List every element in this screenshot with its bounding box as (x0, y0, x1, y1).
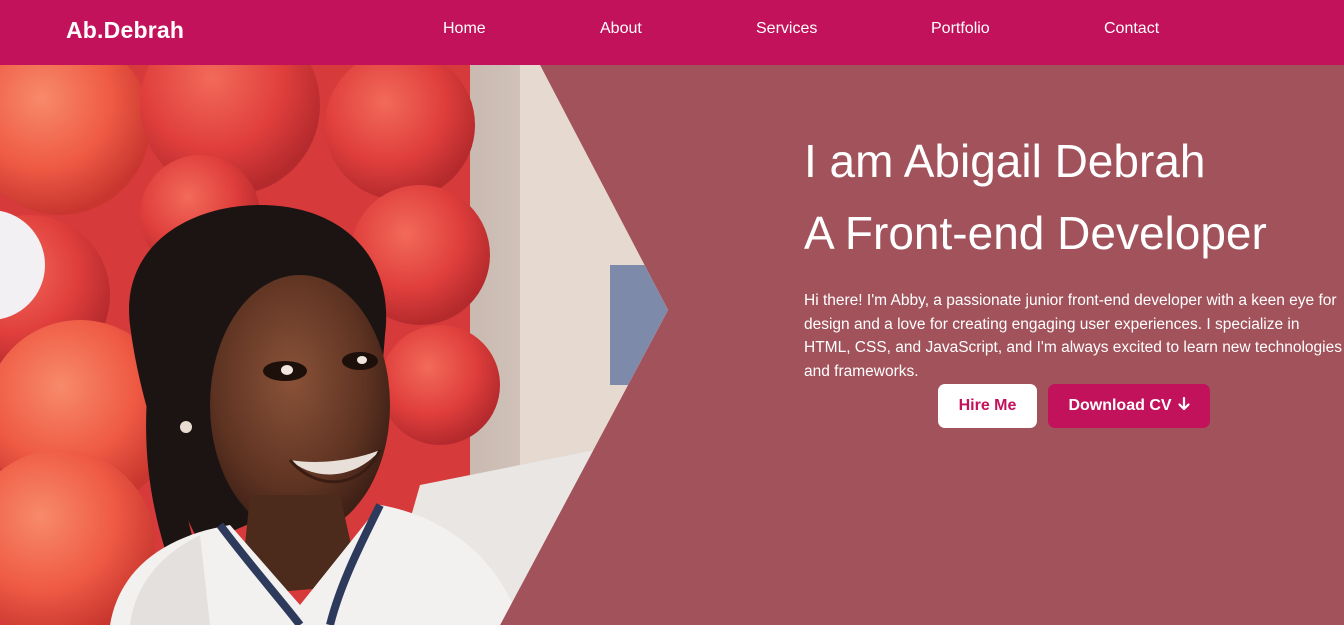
nav-link-home[interactable]: Home (443, 20, 486, 38)
download-cv-button[interactable]: Download CV (1048, 384, 1210, 428)
hero-section: I am Abigail Debrah A Front-end Develope… (0, 65, 1344, 625)
hero-title-role: A Front-end Developer (804, 207, 1267, 259)
nav-link-contact[interactable]: Contact (1104, 20, 1159, 38)
profile-photo (0, 65, 668, 625)
hire-me-label: Hire Me (958, 397, 1017, 414)
nav-link-services[interactable]: Services (756, 20, 817, 38)
download-cv-label: Download CV (1068, 397, 1172, 414)
hero-intro-text: Hi there! I'm Abby, a passionate junior … (804, 292, 1342, 380)
top-navbar: Ab.Debrah Home About Services Portfolio … (0, 0, 1344, 65)
site-logo[interactable]: Ab.Debrah (66, 17, 184, 44)
nav-link-about[interactable]: About (600, 20, 642, 38)
hero-title-name: I am Abigail Debrah (804, 135, 1206, 187)
hire-me-button[interactable]: Hire Me (938, 384, 1037, 428)
arrow-down-icon (1177, 396, 1190, 416)
nav-link-portfolio[interactable]: Portfolio (931, 20, 990, 38)
